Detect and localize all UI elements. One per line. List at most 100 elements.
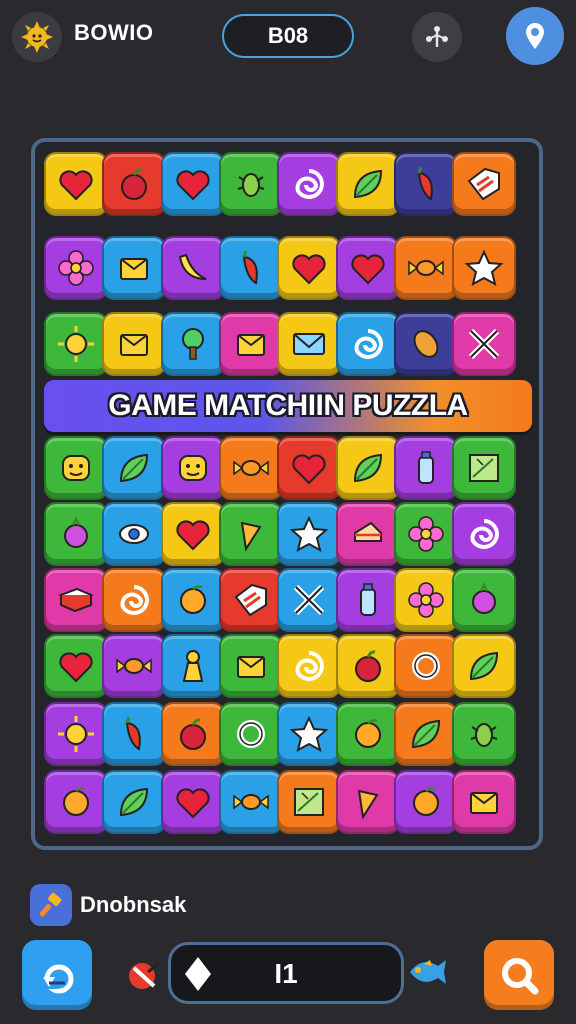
tile[interactable] — [277, 312, 342, 376]
tile[interactable] — [102, 236, 167, 300]
apple-icon — [121, 168, 148, 200]
tile[interactable] — [393, 236, 458, 300]
tile[interactable] — [218, 634, 283, 698]
tile[interactable] — [160, 436, 225, 500]
cross-icon — [294, 584, 325, 616]
tile[interactable] — [218, 568, 283, 632]
tile[interactable] — [160, 502, 225, 566]
tile[interactable] — [102, 568, 167, 632]
tile[interactable] — [277, 502, 342, 566]
swirl-icon — [354, 329, 383, 359]
tile[interactable] — [393, 702, 458, 766]
ring-icon — [411, 652, 440, 680]
tile[interactable] — [335, 152, 400, 216]
tile[interactable] — [277, 568, 342, 632]
tile[interactable] — [218, 436, 283, 500]
tile[interactable] — [277, 152, 342, 216]
apple-icon — [354, 650, 381, 682]
tile[interactable] — [393, 502, 458, 566]
tile[interactable] — [44, 770, 108, 834]
tile[interactable] — [218, 312, 283, 376]
tile[interactable] — [452, 568, 517, 632]
tile[interactable] — [452, 702, 517, 766]
tile[interactable] — [160, 702, 225, 766]
tile[interactable] — [452, 436, 517, 500]
tile[interactable] — [393, 152, 458, 216]
tile[interactable] — [44, 236, 108, 300]
tile[interactable] — [277, 702, 342, 766]
leaf-icon — [411, 719, 440, 749]
tile[interactable] — [452, 634, 517, 698]
tile[interactable] — [160, 152, 225, 216]
tile[interactable] — [160, 236, 225, 300]
tile[interactable] — [218, 770, 283, 834]
candy-icon — [233, 460, 269, 476]
tile[interactable] — [335, 568, 400, 632]
tile[interactable] — [277, 770, 342, 834]
tile[interactable] — [102, 634, 167, 698]
cross-icon — [468, 328, 500, 360]
tile[interactable] — [160, 770, 225, 834]
tile[interactable] — [335, 236, 400, 300]
tile[interactable] — [277, 236, 342, 300]
flower-icon — [408, 582, 444, 618]
hint-icon[interactable] — [30, 884, 72, 926]
tile[interactable] — [218, 702, 283, 766]
tile[interactable] — [44, 152, 108, 216]
tile[interactable] — [160, 312, 225, 376]
tile[interactable] — [160, 568, 225, 632]
orange-icon — [412, 787, 439, 816]
tile[interactable] — [393, 312, 458, 376]
avatar[interactable] — [12, 12, 62, 62]
hint-row[interactable]: Dnobnsak — [30, 882, 186, 928]
tile[interactable] — [452, 770, 517, 834]
tile[interactable] — [102, 312, 167, 376]
tile[interactable] — [44, 436, 108, 500]
share-button[interactable] — [412, 12, 462, 62]
tile[interactable] — [102, 770, 167, 834]
tile[interactable] — [44, 568, 108, 632]
tile[interactable] — [335, 634, 400, 698]
tile[interactable] — [335, 312, 400, 376]
tile[interactable] — [102, 702, 167, 766]
tile[interactable] — [102, 152, 167, 216]
map-icon — [469, 454, 500, 482]
tile[interactable] — [277, 436, 342, 500]
bomb-icon — [129, 962, 159, 989]
tile[interactable] — [218, 152, 283, 216]
tile[interactable] — [452, 502, 517, 566]
tile[interactable] — [335, 702, 400, 766]
leaf-icon — [120, 453, 149, 483]
face-icon — [62, 455, 90, 481]
undo-button[interactable] — [22, 940, 92, 1010]
tile[interactable] — [44, 502, 108, 566]
tile[interactable] — [218, 236, 283, 300]
tile[interactable] — [393, 770, 458, 834]
search-button[interactable] — [484, 940, 554, 1010]
tile[interactable] — [452, 236, 517, 300]
envelope-icon — [293, 333, 326, 355]
tile[interactable] — [102, 502, 167, 566]
fish-booster[interactable] — [404, 952, 448, 992]
tile[interactable] — [335, 436, 400, 500]
tile[interactable] — [277, 634, 342, 698]
tile[interactable] — [218, 502, 283, 566]
player-name: BOWIO — [74, 20, 154, 45]
tile[interactable] — [160, 634, 225, 698]
tile[interactable] — [393, 436, 458, 500]
pawn-icon — [182, 650, 203, 682]
hint-label: Dnobnsak — [80, 892, 187, 917]
tile[interactable] — [393, 568, 458, 632]
tile[interactable] — [335, 502, 400, 566]
tile[interactable] — [44, 702, 108, 766]
profile-button[interactable] — [506, 7, 564, 65]
tile[interactable] — [335, 770, 400, 834]
bomb-booster[interactable] — [124, 954, 168, 994]
tile[interactable] — [452, 152, 517, 216]
tile[interactable] — [102, 436, 167, 500]
tile[interactable] — [393, 634, 458, 698]
tile[interactable] — [452, 312, 517, 376]
tile[interactable] — [44, 634, 108, 698]
tile[interactable] — [44, 312, 108, 376]
face-icon — [178, 455, 207, 481]
